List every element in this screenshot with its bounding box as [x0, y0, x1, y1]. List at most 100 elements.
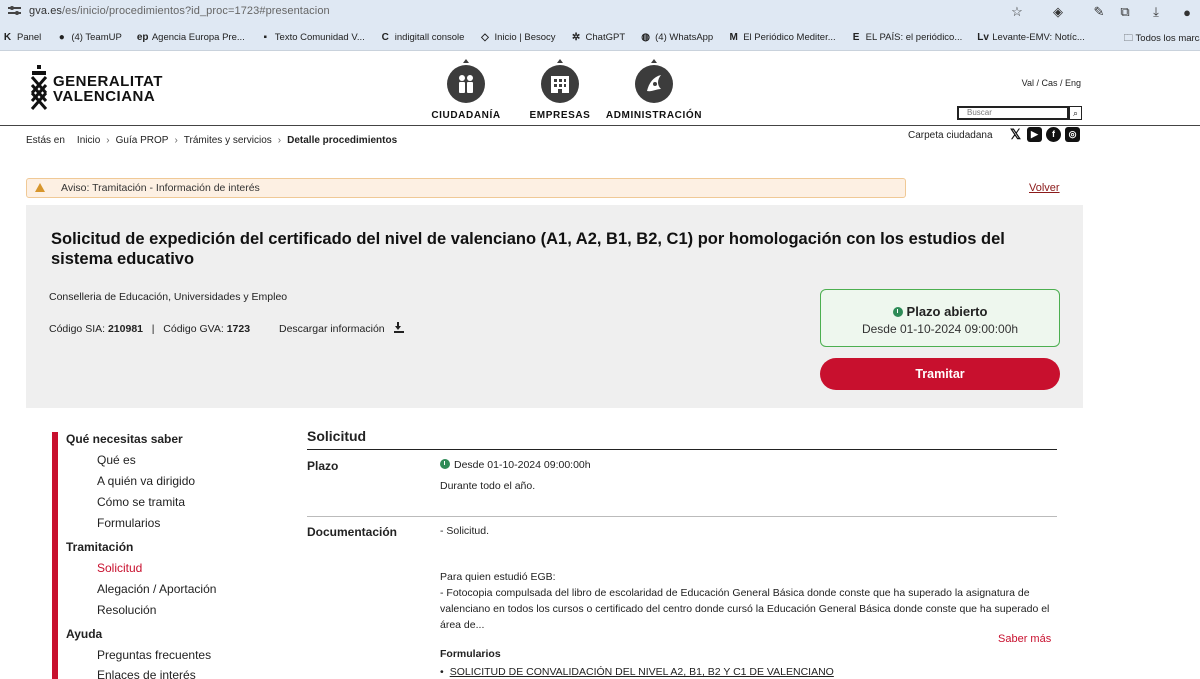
building-icon [541, 59, 579, 103]
x-twitter-icon[interactable]: 𝕏 [1008, 127, 1023, 142]
shield-extension-icon[interactable]: ◈ [1030, 4, 1086, 20]
citizens-icon [447, 59, 485, 103]
instagram-icon[interactable]: ◎ [1065, 127, 1080, 142]
site-header: GENERALITAT VALENCIANA CIUDADANÍA EMPRESA… [0, 51, 1200, 126]
doc-egb-intro: Para quien estudió EGB: [440, 571, 556, 583]
category-administracion[interactable]: ADMINISTRACIÓN [604, 59, 704, 121]
bookmark-item[interactable]: ✲ ChatGPT [571, 31, 626, 43]
nav-item-preguntas[interactable]: Preguntas frecuentes [97, 648, 211, 662]
nav-item-formularios[interactable]: Formularios [97, 516, 160, 530]
saber-mas-link[interactable]: Saber más [998, 633, 1051, 645]
feather-extension-icon[interactable]: ✎ [1086, 4, 1112, 20]
category-ciudadania[interactable]: CIUDADANÍA [416, 59, 516, 121]
folder-icon: 🗀 [1123, 33, 1134, 44]
nav-item-como-se-tramita[interactable]: Cómo se tramita [97, 495, 185, 509]
bookmark-favicon-icon: M [729, 31, 738, 43]
nav-item-alegacion[interactable]: Alegación / Aportación [97, 582, 216, 596]
chevron-right-icon: › [277, 135, 282, 146]
download-icon [393, 322, 404, 333]
bookmark-item[interactable]: M El Periódico Mediter... [728, 31, 836, 43]
notice-text: Aviso: Tramitación - Información de inte… [61, 182, 260, 194]
bookmark-item[interactable]: ep Agencia Europa Pre... [137, 32, 245, 43]
doc-egb-text: - Fotocopia compulsada del libro de esco… [440, 587, 1050, 631]
tramitar-button[interactable]: Tramitar [820, 358, 1060, 390]
bookmark-favicon-icon: K [3, 31, 12, 43]
chevron-right-icon: › [106, 135, 110, 146]
plazo-note: Durante todo el año. [440, 480, 536, 492]
bookmark-item[interactable]: ◍ (4) WhatsApp [640, 32, 713, 43]
bookmark-label: Panel [17, 31, 42, 43]
url-host: gva.es [29, 5, 63, 17]
sia-label: Código SIA: [49, 323, 106, 335]
bookmark-item[interactable]: Cindigitall console [380, 32, 465, 43]
profile-avatar-icon[interactable]: ● [1174, 5, 1200, 20]
bookmark-favicon-icon: ◍ [641, 31, 650, 43]
deadline-status-box: Plazo abierto Desde 01-10-2024 09:00:00h [820, 289, 1060, 347]
download-icon[interactable]: ⤓ [1138, 4, 1174, 20]
bookmark-label: EL PAÍS: el periódico... [865, 31, 963, 43]
nav-item-solicitud[interactable]: Solicitud [97, 561, 142, 575]
search-icon[interactable]: ⌕ [1069, 106, 1082, 120]
bookmark-item[interactable]: Lv Levante-EMV: Notíc... [977, 32, 1085, 43]
section-title: Solicitud [307, 428, 367, 444]
bookmark-item[interactable]: ▪ Texto Comunidad V... [260, 32, 365, 43]
nav-item-que-es[interactable]: Qué es [97, 453, 136, 467]
clock-icon [892, 307, 903, 317]
bookmarks-folder-label: Todos los marcad [1135, 33, 1200, 44]
formularios-heading: Formularios [440, 648, 501, 660]
bookmark-item[interactable]: E EL PAÍS: el periódico... [851, 31, 963, 43]
facebook-icon[interactable]: f [1046, 127, 1061, 142]
bookmark-item[interactable]: ● (4) TeamUP [56, 32, 122, 43]
notice-banner[interactable]: Aviso: Tramitación - Información de inte… [26, 178, 906, 198]
clock-icon [440, 459, 450, 469]
nav-heading-ayuda: Ayuda [66, 627, 103, 641]
bookmark-label: (4) WhatsApp [655, 31, 714, 43]
nav-item-a-quien[interactable]: A quién va dirigido [97, 474, 195, 488]
logo-line1: GENERALITAT [53, 73, 163, 90]
breadcrumb-guia-prop[interactable]: Guía PROP [116, 135, 169, 146]
bookmark-favicon-icon: C [381, 31, 389, 43]
bookmark-favicon-icon: ep [136, 31, 149, 43]
conselleria-name: Conselleria de Educación, Universidades … [49, 291, 288, 303]
breadcrumb-current: Detalle procedimientos [287, 135, 398, 146]
bookmark-item[interactable]: ◇ Inicio | Besocy [479, 32, 555, 43]
category-label: EMPRESAS [529, 110, 591, 121]
site-settings-icon[interactable] [8, 6, 21, 18]
nav-heading-tramitacion: Tramitación [66, 540, 134, 554]
form-link[interactable]: SOLICITUD DE CONVALIDACIÓN DEL NIVEL A2,… [440, 666, 834, 678]
sia-value: 210981 [107, 323, 144, 335]
puzzle-extensions-icon[interactable]: ⧉ [1112, 4, 1138, 20]
language-selector[interactable]: Val / Cas / Eng [1022, 78, 1081, 88]
deadline-status: Plazo abierto [906, 304, 988, 319]
youtube-icon[interactable]: ▶ [1027, 127, 1042, 142]
nav-item-resolucion[interactable]: Resolución [97, 603, 156, 617]
bookmark-favicon-icon: ▪ [263, 31, 268, 43]
breadcrumb-prefix: Estás en [26, 135, 65, 146]
category-label: ADMINISTRACIÓN [605, 110, 703, 121]
download-info-link[interactable]: Descargar información [279, 322, 404, 335]
gva-logo[interactable]: GENERALITAT VALENCIANA [29, 63, 162, 113]
carpeta-ciudadana-link[interactable]: Carpeta ciudadana [908, 130, 993, 141]
search-input[interactable]: Buscar [957, 106, 1069, 120]
back-link[interactable]: Volver [1029, 182, 1060, 194]
logo-line2: VALENCIANA [53, 88, 156, 105]
bookmark-item[interactable]: K Panel [2, 32, 41, 43]
row-divider [307, 516, 1057, 517]
nav-heading-que-necesitas: Qué necesitas saber [66, 432, 183, 446]
bookmark-star-icon[interactable]: ☆ [1004, 4, 1030, 20]
plazo-date: Desde 01-10-2024 09:00:00h [440, 457, 591, 473]
bookmark-label: ChatGPT [585, 31, 626, 43]
deadline-date: Desde 01-10-2024 09:00:00h [861, 322, 1019, 336]
bookmark-label: Texto Comunidad V... [274, 31, 365, 43]
nav-item-enlaces[interactable]: Enlaces de interés [97, 668, 196, 679]
bookmark-favicon-icon: ◇ [481, 31, 489, 43]
category-empresas[interactable]: EMPRESAS [510, 59, 610, 121]
bookmark-favicon-icon: E [852, 31, 860, 43]
bookmarks-folder[interactable]: 🗀 Todos los marcad [1124, 31, 1200, 47]
procedure-title: Solicitud de expedición del certificado … [51, 230, 1005, 268]
bookmark-favicon-icon: Lv [977, 31, 989, 43]
breadcrumb-inicio[interactable]: Inicio [77, 135, 100, 146]
url-field[interactable]: gva.es/es/inicio/procedimientos?id_proc=… [29, 5, 330, 17]
gva-value: 1723 [226, 323, 251, 335]
breadcrumb-tramites[interactable]: Trámites y servicios [184, 135, 272, 146]
